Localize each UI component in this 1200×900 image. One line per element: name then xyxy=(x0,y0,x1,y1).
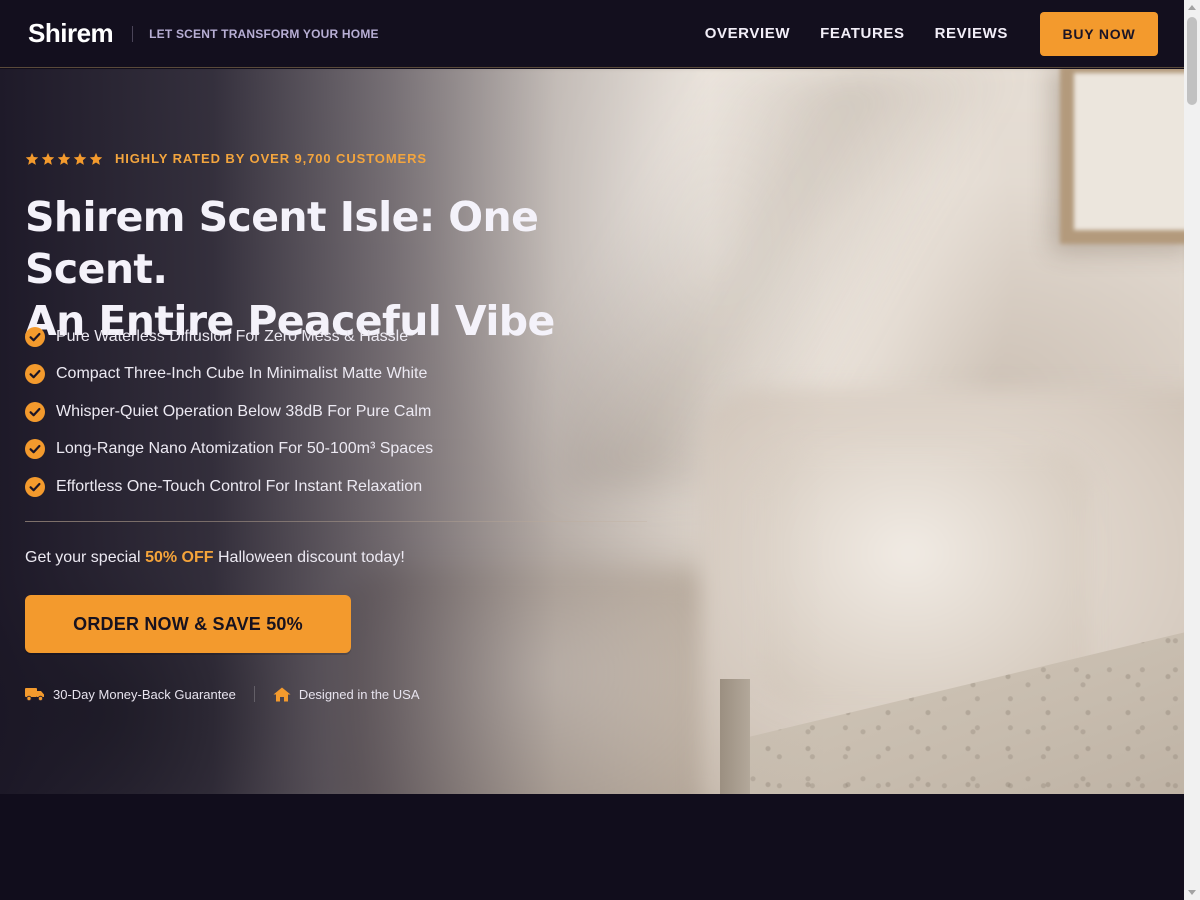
feature-item: Long-Range Nano Atomization For 50-100m³… xyxy=(25,431,433,469)
star-icon xyxy=(73,152,87,165)
brand-logo[interactable]: Shirem xyxy=(28,18,114,49)
nav-links: OVERVIEW FEATURES REVIEWS BUY NOW xyxy=(705,11,1158,56)
guarantee-label: 30-Day Money-Back Guarantee xyxy=(53,686,236,702)
trust-badges: 30-Day Money-Back Guarantee Designed in … xyxy=(25,686,420,702)
page-scrollbar[interactable] xyxy=(1184,0,1200,900)
check-circle-icon xyxy=(25,439,45,460)
feature-text: Effortless One-Touch Control For Instant… xyxy=(56,477,423,495)
logo-divider xyxy=(132,25,134,42)
hero-section: HIGHLY RATED BY OVER 9,700 CUSTOMERS Shi… xyxy=(0,69,1184,794)
scroll-up-icon[interactable] xyxy=(1188,5,1196,10)
usa-label: Designed in the USA xyxy=(298,686,420,702)
order-now-button[interactable]: ORDER NOW & SAVE 50% xyxy=(25,595,351,653)
feature-item: Pure Waterless Diffusion For Zero Mess &… xyxy=(25,318,433,356)
feature-item: Effortless One-Touch Control For Instant… xyxy=(25,468,433,506)
headline-line-1: Shirem Scent Isle: One Scent. xyxy=(25,193,539,293)
guarantee-badge: 30-Day Money-Back Guarantee xyxy=(25,687,236,702)
check-circle-icon xyxy=(25,401,45,422)
usa-badge: Designed in the USA xyxy=(273,687,420,702)
feature-text: Whisper-Quiet Operation Below 38dB For P… xyxy=(56,402,432,420)
feature-list: Pure Waterless Diffusion For Zero Mess &… xyxy=(25,318,433,506)
home-icon xyxy=(273,687,291,701)
feature-text: Pure Waterless Diffusion For Zero Mess &… xyxy=(56,327,409,345)
truck-icon xyxy=(25,688,44,701)
promo-discount: 50% OFF xyxy=(145,549,214,566)
rating-row: HIGHLY RATED BY OVER 9,700 CUSTOMERS xyxy=(25,151,427,166)
feature-text: Compact Three-Inch Cube In Minimalist Ma… xyxy=(56,365,428,383)
nav-link-features[interactable]: FEATURES xyxy=(820,25,905,42)
section-divider xyxy=(25,521,647,522)
nav-link-overview[interactable]: OVERVIEW xyxy=(705,25,790,42)
promo-text-after: Halloween discount today! xyxy=(217,549,405,566)
star-icon xyxy=(89,152,103,165)
nav-link-reviews[interactable]: REVIEWS xyxy=(935,25,1008,42)
badge-divider xyxy=(253,686,255,702)
check-circle-icon xyxy=(25,326,45,347)
check-circle-icon xyxy=(25,476,45,497)
brand-tagline: LET SCENT TRANSFORM YOUR HOME xyxy=(149,26,379,41)
scrollbar-thumb[interactable] xyxy=(1187,17,1197,105)
promo-text: Get your special 50% OFF Halloween disco… xyxy=(25,549,405,567)
feature-item: Whisper-Quiet Operation Below 38dB For P… xyxy=(25,393,433,431)
feature-text: Long-Range Nano Atomization For 50-100m³… xyxy=(56,440,434,458)
promo-text-before: Get your special xyxy=(25,549,141,566)
buy-now-button[interactable]: BUY NOW xyxy=(1040,11,1158,56)
top-navigation: Shirem LET SCENT TRANSFORM YOUR HOME OVE… xyxy=(0,0,1184,68)
rating-text: HIGHLY RATED BY OVER 9,700 CUSTOMERS xyxy=(115,151,427,166)
check-circle-icon xyxy=(25,364,45,385)
star-icon xyxy=(57,152,71,165)
star-icon xyxy=(41,152,55,165)
star-rating xyxy=(25,152,103,166)
feature-item: Compact Three-Inch Cube In Minimalist Ma… xyxy=(25,356,433,394)
star-icon xyxy=(25,152,39,165)
scroll-down-icon[interactable] xyxy=(1188,890,1196,895)
